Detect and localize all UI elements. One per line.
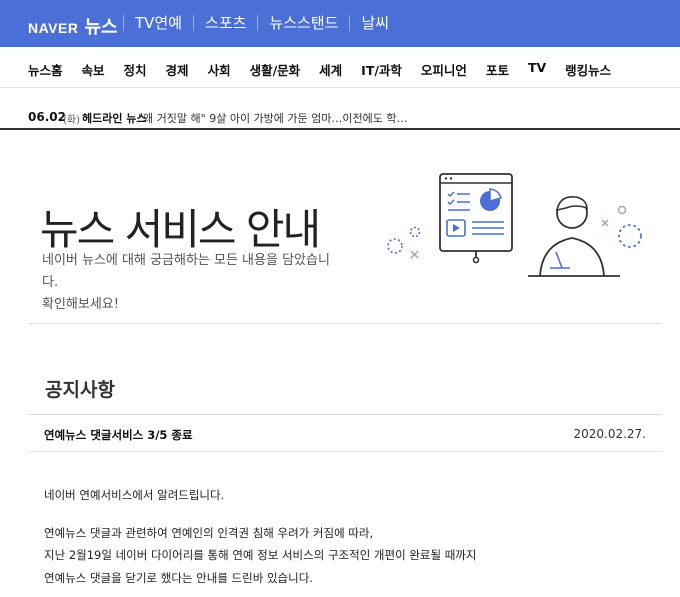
notice-heading: 공지사항: [45, 379, 115, 401]
category-news-home[interactable]: 뉴스홈: [28, 60, 63, 79]
naver-logo-text: NAVER: [28, 20, 79, 36]
nav-divider: [193, 14, 195, 31]
category-economy[interactable]: 경제: [166, 60, 189, 79]
topnav-item-tv-entertainment[interactable]: TV연예: [135, 12, 182, 33]
person-with-presentation-board-icon: [387, 173, 642, 277]
notice-paragraph: 네이버 연예서비스에서 알려드립니다.: [44, 488, 225, 502]
notice-paragraph: 연예뉴스 댓글을 닫기로 했다는 안내를 드린바 있습니다.: [44, 570, 313, 585]
description-line: 네이버 뉴스에 대해 궁금해하는 모든 내용을 담았습니다.: [42, 253, 330, 290]
category-nav: 뉴스홈 속보 정치 경제 사회 생활/문화 세계 IT/과학 오피니언 포토 T…: [0, 47, 680, 88]
notice-item[interactable]: 연예뉴스 댓글서비스 3/5 종료 2020.02.27.: [28, 414, 662, 452]
description-line: 확인해보세요!: [42, 297, 119, 312]
headline-day: (화): [63, 115, 81, 126]
headline-date: 06.02: [28, 110, 66, 124]
topnav-item-newsstand[interactable]: 뉴스스탠드: [269, 12, 338, 33]
nav-divider: [123, 14, 124, 31]
section-divider: [28, 323, 662, 324]
page-description: 네이버 뉴스에 대해 궁금해하는 모든 내용을 담았습니다. 확인해보세요!: [42, 250, 342, 316]
category-ranking[interactable]: 랭킹뉴스: [565, 60, 611, 79]
notice-paragraph: 지난 2월19일 네이버 다이어리를 통해 연예 정보 서비스의 구조적인 개편…: [44, 548, 477, 562]
notice-item-date: 2020.02.27.: [573, 427, 646, 441]
category-society[interactable]: 사회: [208, 60, 231, 79]
notice-paragraph: 연예뉴스 댓글과 관련하여 연예인의 인격권 침해 우려가 커짐에 따라,: [44, 525, 374, 540]
topnav-item-sports[interactable]: 스포츠: [205, 12, 246, 33]
category-photo[interactable]: 포토: [486, 60, 509, 79]
headline-link[interactable]: "왜 거짓말 해" 9살 아이 가방에 가둔 엄마…이전에도 학…: [138, 110, 408, 126]
category-it-science[interactable]: IT/과학: [361, 60, 402, 79]
headline-ticker: 06.02 (화) 헤드라인 뉴스 "왜 거짓말 해" 9살 아이 가방에 가둔…: [0, 88, 680, 130]
category-tv[interactable]: TV: [528, 60, 546, 79]
top-bar: NAVER 뉴스 TV연예 스포츠 뉴스스탠드 날씨: [0, 0, 680, 47]
category-breaking[interactable]: 속보: [82, 60, 105, 79]
category-politics[interactable]: 정치: [124, 60, 147, 79]
page-title: 뉴스 서비스 안내: [40, 205, 321, 254]
naver-news-logo[interactable]: NAVER 뉴스: [28, 13, 118, 38]
nav-divider: [349, 14, 351, 31]
news-logo-text: 뉴스: [84, 17, 118, 38]
nav-divider: [257, 14, 259, 31]
service-nav: TV연예 스포츠 뉴스스탠드 날씨: [123, 12, 400, 33]
notice-item-title[interactable]: 연예뉴스 댓글서비스 3/5 종료: [44, 427, 193, 443]
category-opinion[interactable]: 오피니언: [421, 60, 467, 79]
headline-label: 헤드라인 뉴스: [82, 112, 147, 125]
topnav-item-weather[interactable]: 날씨: [361, 12, 389, 33]
category-life-culture[interactable]: 생활/문화: [250, 60, 301, 79]
category-world[interactable]: 세계: [319, 60, 342, 79]
notice-body: 네이버 연예서비스에서 알려드립니다. 연예뉴스 댓글과 관련하여 연예인의 인…: [44, 484, 476, 589]
